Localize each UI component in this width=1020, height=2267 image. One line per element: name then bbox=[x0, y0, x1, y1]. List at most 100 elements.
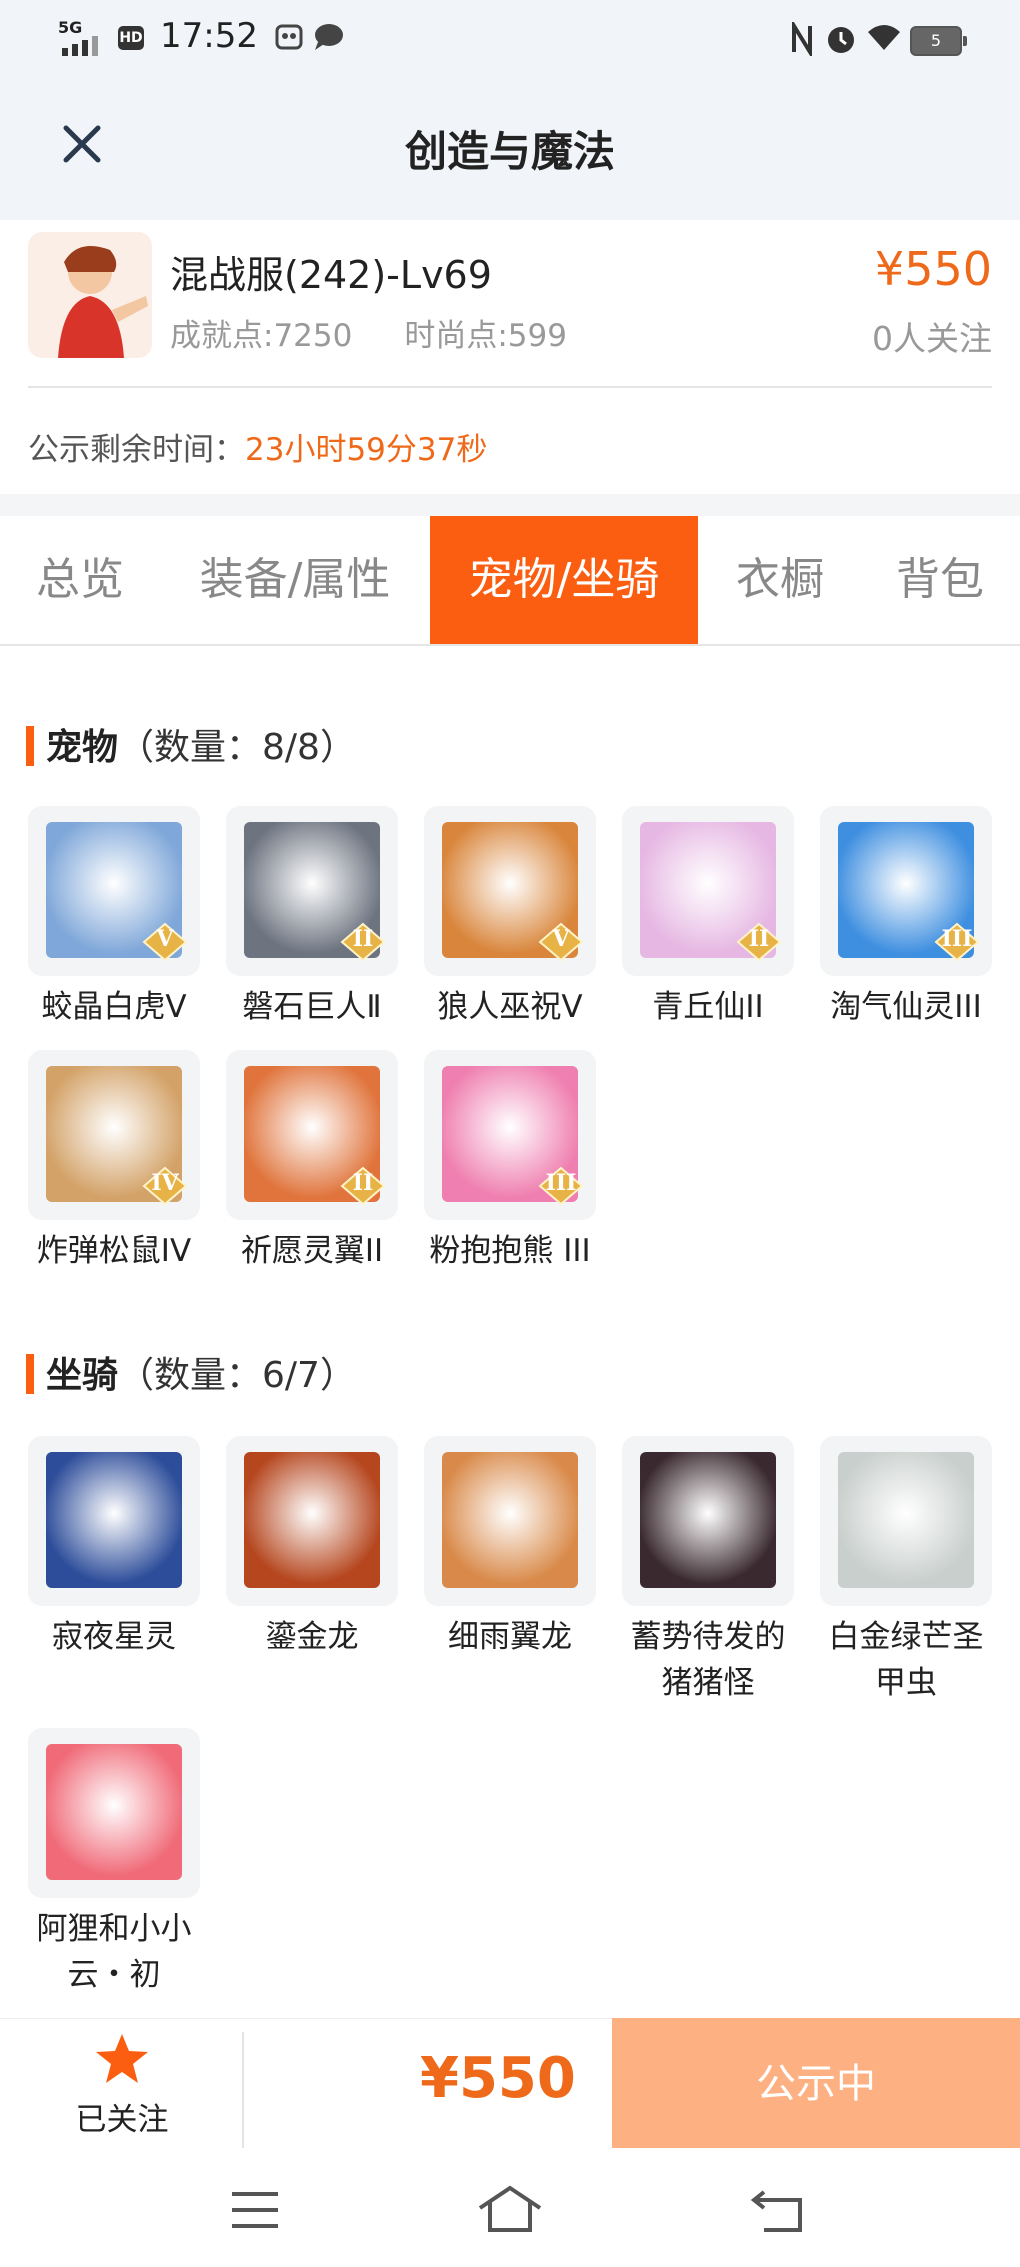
pet-label: 祈愿灵翼II bbox=[240, 1233, 384, 1269]
rank-badge: V bbox=[142, 922, 188, 962]
tab-overview[interactable]: 总览 bbox=[0, 516, 160, 644]
network-type: 5G bbox=[58, 18, 83, 37]
battery-icon: 5 bbox=[910, 26, 967, 56]
rank-badge-text: II bbox=[748, 926, 770, 952]
signal-icon bbox=[62, 36, 98, 56]
rank-badge-text: III bbox=[545, 1170, 577, 1196]
app-notification-icon bbox=[275, 24, 303, 50]
drizzle-pterosaur-icon bbox=[442, 1452, 578, 1588]
pet-tile: III bbox=[424, 1050, 596, 1220]
star-icon bbox=[96, 2034, 148, 2083]
pet-item[interactable]: V 狼人巫祝Ⅴ bbox=[424, 806, 596, 1030]
pet-item[interactable]: IV 炸弹松鼠IV bbox=[28, 1050, 200, 1274]
rank-badge-text: V bbox=[156, 926, 174, 952]
rank-badge-text: II bbox=[352, 1170, 374, 1196]
pet-item[interactable]: II 青丘仙II bbox=[622, 806, 794, 1030]
alarm-icon bbox=[828, 27, 854, 53]
pet-item[interactable]: II 祈愿灵翼II bbox=[226, 1050, 398, 1274]
mount-label: 蓄势待发的猪猪怪 bbox=[630, 1619, 786, 1701]
mount-tile bbox=[28, 1728, 200, 1898]
mount-label: 鎏金龙 bbox=[265, 1619, 359, 1655]
mount-item[interactable]: 阿狸和小小云・初 bbox=[28, 1728, 200, 1998]
pets-count: （数量：8/8） bbox=[118, 727, 356, 768]
rank-badge-text: IV bbox=[151, 1170, 179, 1196]
mount-item[interactable]: 白金绿芒圣甲虫 bbox=[820, 1436, 992, 1706]
publicity-status-button[interactable]: 公示中 bbox=[612, 2018, 1020, 2148]
menu-icon[interactable] bbox=[230, 2190, 280, 2230]
tab-wardrobe[interactable]: 衣橱 bbox=[710, 516, 850, 644]
wifi-icon bbox=[868, 25, 900, 50]
platinum-scarab-icon bbox=[838, 1452, 974, 1588]
mount-tile bbox=[226, 1436, 398, 1606]
rank-badge-text: II bbox=[352, 926, 374, 952]
mounts-section-title: 坐骑（数量：6/7） bbox=[26, 1346, 356, 1398]
timer-label: 公示剩余时间： bbox=[28, 432, 245, 468]
character-stats: 成就点:7250 时尚点:599 bbox=[170, 310, 619, 355]
pet-label: 青丘仙II bbox=[652, 989, 764, 1025]
mount-item[interactable]: 寂夜星灵 bbox=[28, 1436, 200, 1660]
pet-label: 狼人巫祝Ⅴ bbox=[437, 989, 583, 1025]
mount-label: 白金绿芒圣甲虫 bbox=[828, 1619, 984, 1701]
timer-value: 23小时59分37秒 bbox=[245, 432, 488, 468]
listing-price: ¥550 bbox=[874, 242, 992, 296]
rank-badge: III bbox=[538, 1166, 584, 1206]
status-time: 17:52 bbox=[160, 16, 258, 56]
home-icon[interactable] bbox=[476, 2184, 544, 2234]
rank-badge: II bbox=[736, 922, 782, 962]
divider bbox=[28, 386, 992, 388]
pig-monster-icon bbox=[640, 1452, 776, 1588]
mount-item[interactable]: 蓄势待发的猪猪怪 bbox=[622, 1436, 794, 1706]
tab-bag[interactable]: 背包 bbox=[870, 516, 1010, 644]
pet-item[interactable]: II 磐石巨人Ⅱ bbox=[226, 806, 398, 1030]
pet-tile: IV bbox=[28, 1050, 200, 1220]
follow-label: 已关注 bbox=[75, 2102, 169, 2138]
achievement-points: 成就点:7250 bbox=[170, 318, 353, 354]
pet-tile: II bbox=[226, 1050, 398, 1220]
tab-bar: 总览 装备/属性 宠物/坐骑 衣橱 背包 bbox=[0, 516, 1020, 646]
pet-label: 淘气仙灵III bbox=[830, 989, 982, 1025]
follower-count: 0人关注 bbox=[872, 319, 992, 358]
pet-item[interactable]: III 粉抱抱熊 III bbox=[424, 1050, 596, 1274]
section-marker bbox=[26, 1354, 34, 1394]
mount-label: 阿狸和小小云・初 bbox=[36, 1911, 192, 1993]
tab-pets-mounts[interactable]: 宠物/坐骑 bbox=[430, 516, 698, 644]
rank-badge-text: V bbox=[552, 926, 570, 952]
pet-label: 炸弹松鼠IV bbox=[36, 1233, 192, 1269]
rank-badge: V bbox=[538, 922, 584, 962]
fashion-points: 时尚点:599 bbox=[404, 318, 567, 354]
mount-tile bbox=[820, 1436, 992, 1606]
rank-badge-text: III bbox=[941, 926, 973, 952]
night-star-spirit-icon bbox=[46, 1452, 182, 1588]
rank-badge: II bbox=[340, 1166, 386, 1206]
pets-section-title: 宠物（数量：8/8） bbox=[26, 718, 356, 770]
mount-tile bbox=[424, 1436, 596, 1606]
pet-label: 粉抱抱熊 III bbox=[429, 1233, 591, 1269]
pet-tile: II bbox=[226, 806, 398, 976]
mount-tile bbox=[28, 1436, 200, 1606]
pet-tile: III bbox=[820, 806, 992, 976]
chat-bubble-icon bbox=[315, 24, 343, 50]
rank-badge: IV bbox=[142, 1166, 188, 1206]
bottom-price: ¥550 bbox=[420, 2046, 576, 2111]
gilded-dragon-icon bbox=[244, 1452, 380, 1588]
system-nav-bar bbox=[0, 2148, 1020, 2267]
ali-cloud-icon bbox=[46, 1744, 182, 1880]
pet-item[interactable]: III 淘气仙灵III bbox=[820, 806, 992, 1030]
pet-item[interactable]: V 蛟晶白虎Ⅴ bbox=[28, 806, 200, 1030]
back-icon[interactable] bbox=[750, 2188, 806, 2234]
divider bbox=[242, 2032, 244, 2148]
section-gap bbox=[0, 494, 1020, 516]
character-avatar[interactable] bbox=[28, 232, 152, 358]
pet-label: 蛟晶白虎Ⅴ bbox=[41, 989, 187, 1025]
rank-badge: II bbox=[340, 922, 386, 962]
character-name: 混战服(242)-Lv69 bbox=[170, 253, 492, 297]
mount-label: 寂夜星灵 bbox=[52, 1619, 176, 1655]
nfc-icon bbox=[792, 22, 812, 56]
mount-item[interactable]: 细雨翼龙 bbox=[424, 1436, 596, 1660]
page-title: 创造与魔法 bbox=[404, 127, 615, 176]
tab-equipment[interactable]: 装备/属性 bbox=[170, 516, 420, 644]
follow-button[interactable]: 已关注 bbox=[60, 2032, 184, 2139]
mount-item[interactable]: 鎏金龙 bbox=[226, 1436, 398, 1660]
publicity-timer: 公示剩余时间：23小时59分37秒 bbox=[28, 424, 487, 469]
pet-tile: II bbox=[622, 806, 794, 976]
